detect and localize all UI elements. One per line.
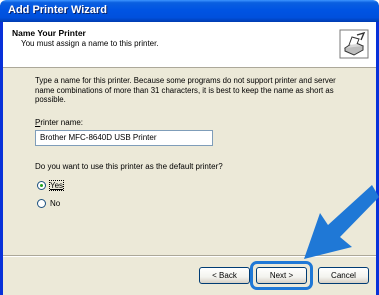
pointer-arrow-icon [304,185,379,259]
radio-yes-button[interactable] [37,180,46,190]
printer-wizard-icon [339,29,369,59]
radio-no-label: No [50,198,61,208]
next-button[interactable]: Next > [256,267,307,284]
cancel-button[interactable]: Cancel [318,267,369,284]
default-printer-question: Do you want to use this printer as the d… [35,162,223,171]
header-title: Name Your Printer [12,28,86,38]
radio-yes-label: Yes [48,179,65,191]
add-printer-wizard-window: Add Printer Wizard Name Your Printer You… [0,0,379,295]
window-title: Add Printer Wizard [8,4,107,16]
instructions-text: Type a name for this printer. Because so… [35,76,336,104]
radio-no-button[interactable] [37,198,46,208]
printer-name-input[interactable]: Brother MFC-8640D USB Printer [35,130,213,146]
title-bar[interactable]: Add Printer Wizard [0,0,379,22]
wizard-header: Name Your Printer You must assign a name… [3,22,376,68]
printer-name-label-rest: rinter name: [40,118,84,127]
radio-yes[interactable]: Yes [37,179,65,191]
printer-name-label: Printer name: [35,118,84,127]
back-button[interactable]: < Back [199,267,250,284]
radio-no[interactable]: No [37,197,60,209]
header-subtitle: You must assign a name to this printer. [21,39,159,48]
